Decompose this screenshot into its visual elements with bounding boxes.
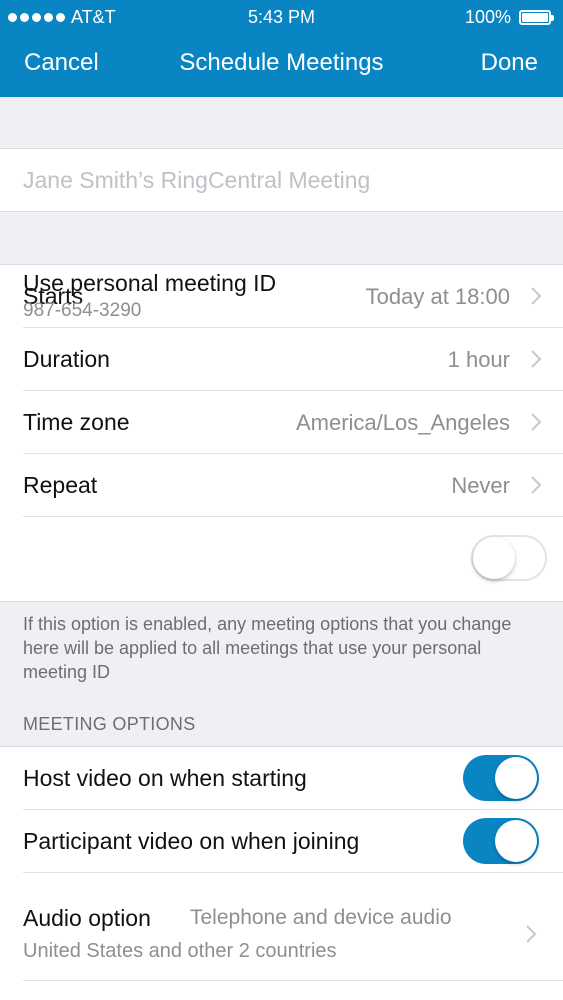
status-bar: AT&T 5:43 PM 100%	[0, 0, 563, 34]
host-video-toggle[interactable]	[463, 755, 539, 801]
cancel-button[interactable]: Cancel	[24, 49, 99, 77]
meeting-options-header: MEETING OPTIONS	[23, 714, 196, 734]
status-right: 100%	[464, 7, 554, 28]
duration-label: Duration	[23, 346, 110, 372]
audio-option-countries: United States and other 2 countries	[23, 940, 337, 962]
done-button[interactable]: Done	[481, 49, 538, 77]
personal-meeting-id-toggle[interactable]	[471, 535, 547, 581]
personal-meeting-id-info: If this option is enabled, any meeting o…	[23, 614, 512, 682]
toggle-knob	[495, 757, 537, 799]
app-header: AT&T 5:43 PM 100% Cancel Schedule Meetin…	[0, 0, 563, 97]
participant-video-label: Participant video on when joining	[23, 828, 360, 854]
audio-option-label: Audio option	[23, 905, 151, 931]
duration-value: 1 hour	[447, 347, 510, 372]
meeting-title-input[interactable]	[23, 149, 543, 211]
participant-video-toggle[interactable]	[463, 818, 539, 864]
chevron-right-icon	[531, 287, 542, 305]
chevron-right-icon	[531, 350, 542, 368]
repeat-row[interactable]: Repeat Never	[23, 454, 563, 517]
repeat-value: Never	[451, 473, 510, 498]
starts-value: Today at 18:00	[365, 284, 510, 309]
navigation-bar: Cancel Schedule Meetings Done	[0, 40, 563, 88]
toggle-knob	[473, 537, 515, 579]
time-zone-value: America/Los_Angeles	[295, 410, 510, 435]
toggle-knob	[495, 820, 537, 862]
battery-percent: 100%	[464, 7, 511, 27]
audio-option-row[interactable]: Audio option Telephone and device audio …	[23, 873, 563, 981]
audio-option-value: Telephone and device audio	[190, 906, 452, 929]
repeat-label: Repeat	[23, 472, 98, 498]
battery-icon	[519, 10, 554, 25]
duration-row[interactable]: Duration 1 hour	[23, 328, 563, 391]
chevron-right-icon	[531, 413, 542, 431]
personal-meeting-id-label: Use personal meeting ID	[23, 270, 277, 296]
time-zone-label: Time zone	[23, 409, 130, 435]
meeting-title-section	[0, 148, 563, 212]
time-zone-row[interactable]: Time zone America/Los_Angeles	[23, 391, 563, 454]
host-video-label: Host video on when starting	[23, 765, 307, 791]
chevron-right-icon	[531, 476, 542, 494]
personal-meeting-id-number: 987-654-3290	[23, 300, 142, 321]
chevron-right-icon	[526, 925, 537, 943]
